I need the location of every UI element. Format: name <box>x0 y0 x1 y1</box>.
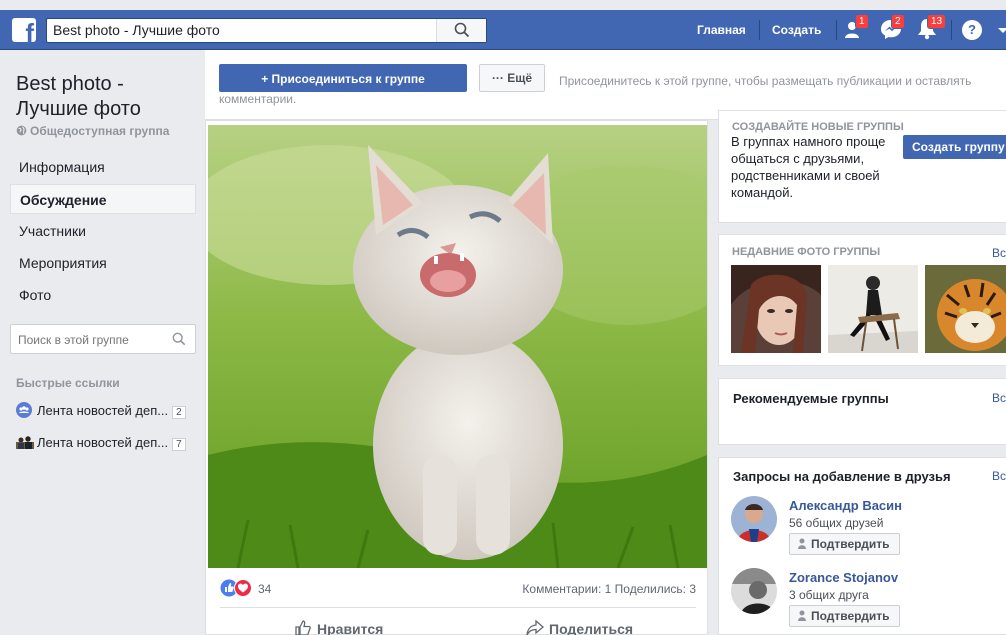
friend-requests-card: Запросы на добавление в друзья Вс Алекса… <box>718 457 1006 635</box>
join-group-button[interactable]: + Присоединиться к группе <box>219 64 467 92</box>
notifications-badge: 13 <box>927 14 947 29</box>
quick-link-label: Лента новостей деп... <box>37 403 169 418</box>
group-privacy: Общедоступная группа <box>16 124 169 138</box>
share-button[interactable]: Поделиться <box>526 619 633 635</box>
search-button[interactable] <box>436 19 486 42</box>
search-input[interactable] <box>53 22 433 38</box>
quick-link-item[interactable]: Лента новостей деп... 7 <box>16 434 201 451</box>
search-icon[interactable] <box>172 332 186 346</box>
friend-requests-badge: 1 <box>855 14 869 29</box>
friend-request-name[interactable]: Zorance Stojanov <box>789 570 898 585</box>
confirm-friend-button[interactable]: Подтвердить <box>789 533 900 555</box>
sidebar-item-members[interactable]: Участники <box>10 216 196 246</box>
recent-photo-thumbnail[interactable] <box>925 265 1006 353</box>
messages-badge: 2 <box>891 14 905 29</box>
quick-link-item[interactable]: Лента новостей деп... 2 <box>16 402 201 419</box>
friend-request-name[interactable]: Александр Васин <box>789 498 902 513</box>
suggested-groups-card: Рекомендуемые группы Вс <box>718 378 1006 445</box>
group-name[interactable]: Best photo - Лучшие фото <box>16 72 196 122</box>
group-search-input[interactable] <box>18 333 168 347</box>
create-group-button[interactable]: Создать группу <box>903 135 1006 159</box>
confirm-friend-label: Подтвердить <box>811 537 890 551</box>
group-icon <box>16 402 32 418</box>
globe-icon <box>16 125 27 136</box>
search-box[interactable] <box>46 18 487 43</box>
suggested-groups-title: Рекомендуемые группы <box>733 391 889 406</box>
group-privacy-label: Общедоступная группа <box>30 124 170 138</box>
see-all-link[interactable]: Вс <box>992 246 1006 260</box>
avatar[interactable] <box>731 496 777 542</box>
friend-requests-icon[interactable]: 1 <box>843 14 869 42</box>
see-all-link[interactable]: Вс <box>992 469 1006 483</box>
recent-photo-thumbnail[interactable] <box>731 265 821 353</box>
people-icon <box>16 436 34 449</box>
post-divider <box>220 607 696 608</box>
quick-link-count: 7 <box>172 438 186 451</box>
thumbs-up-icon <box>295 620 311 635</box>
like-button-label: Нравится <box>317 621 384 635</box>
reaction-row: 34 Комментарии: 1 Поделились: 3 <box>220 579 696 599</box>
confirm-friend-label: Подтвердить <box>811 609 890 623</box>
create-group-title: СОЗДАВАЙТЕ НОВЫЕ ГРУППЫ <box>732 121 904 133</box>
top-navigation-bar: f Главная Создать 1 2 13 <box>0 10 1006 50</box>
messages-icon[interactable]: 2 <box>879 14 905 42</box>
create-group-card: СОЗДАВАЙТЕ НОВЫЕ ГРУППЫ В группах намног… <box>718 110 1006 223</box>
notifications-icon[interactable]: 13 <box>915 14 947 42</box>
sidebar-item-photos[interactable]: Фото <box>10 280 196 310</box>
post-card: 34 Комментарии: 1 Поделились: 3 Нравится… <box>205 120 708 635</box>
help-icon[interactable]: ? <box>962 20 982 40</box>
add-friend-icon <box>798 538 806 549</box>
sidebar-item-events[interactable]: Мероприятия <box>10 248 196 278</box>
quick-link-count: 2 <box>172 406 186 419</box>
recent-photos-title: НЕДАВНИЕ ФОТО ГРУППЫ <box>732 246 881 258</box>
friend-mutual-count[interactable]: 3 общих друга <box>789 588 869 602</box>
avatar[interactable] <box>731 568 777 614</box>
share-icon <box>526 619 544 635</box>
search-icon <box>454 22 470 38</box>
left-sidebar: Best photo - Лучшие фото Общедоступная г… <box>0 50 205 635</box>
quick-link-label: Лента новостей деп... <box>37 435 169 450</box>
create-group-text: В группах намного проще общаться с друзь… <box>731 134 886 200</box>
facebook-logo-icon[interactable]: f <box>12 18 36 42</box>
sidebar-item-discussion[interactable]: Обсуждение <box>10 184 196 214</box>
account-menu-chevron-icon[interactable] <box>998 27 1006 35</box>
reaction-count[interactable]: 34 <box>258 582 271 596</box>
quick-links-title: Быстрые ссылки <box>16 376 120 390</box>
friend-requests-title: Запросы на добавление в друзья <box>733 469 951 484</box>
nav-divider <box>759 20 760 40</box>
create-link[interactable]: Создать <box>772 23 821 37</box>
group-search-box[interactable] <box>10 324 196 354</box>
more-button[interactable]: ··· Ещё <box>479 64 545 92</box>
share-button-label: Поделиться <box>549 621 634 635</box>
recent-photo-thumbnail[interactable] <box>828 265 918 353</box>
recent-photos-card: НЕДАВНИЕ ФОТО ГРУППЫ Вс <box>718 234 1006 366</box>
nav-divider <box>951 20 952 40</box>
like-button[interactable]: Нравится <box>294 619 383 635</box>
nav-divider <box>836 20 837 40</box>
confirm-friend-button[interactable]: Подтвердить <box>789 605 900 627</box>
love-reaction-icon[interactable] <box>234 579 252 597</box>
see-all-link[interactable]: Вс <box>992 391 1006 405</box>
home-link[interactable]: Главная <box>697 23 746 37</box>
post-stats[interactable]: Комментарии: 1 Поделились: 3 <box>522 582 696 596</box>
friend-mutual-count[interactable]: 56 общих друзей <box>789 516 883 530</box>
add-friend-icon <box>798 610 806 621</box>
sidebar-item-info[interactable]: Информация <box>10 152 196 182</box>
post-photo-kitten[interactable] <box>208 125 707 568</box>
